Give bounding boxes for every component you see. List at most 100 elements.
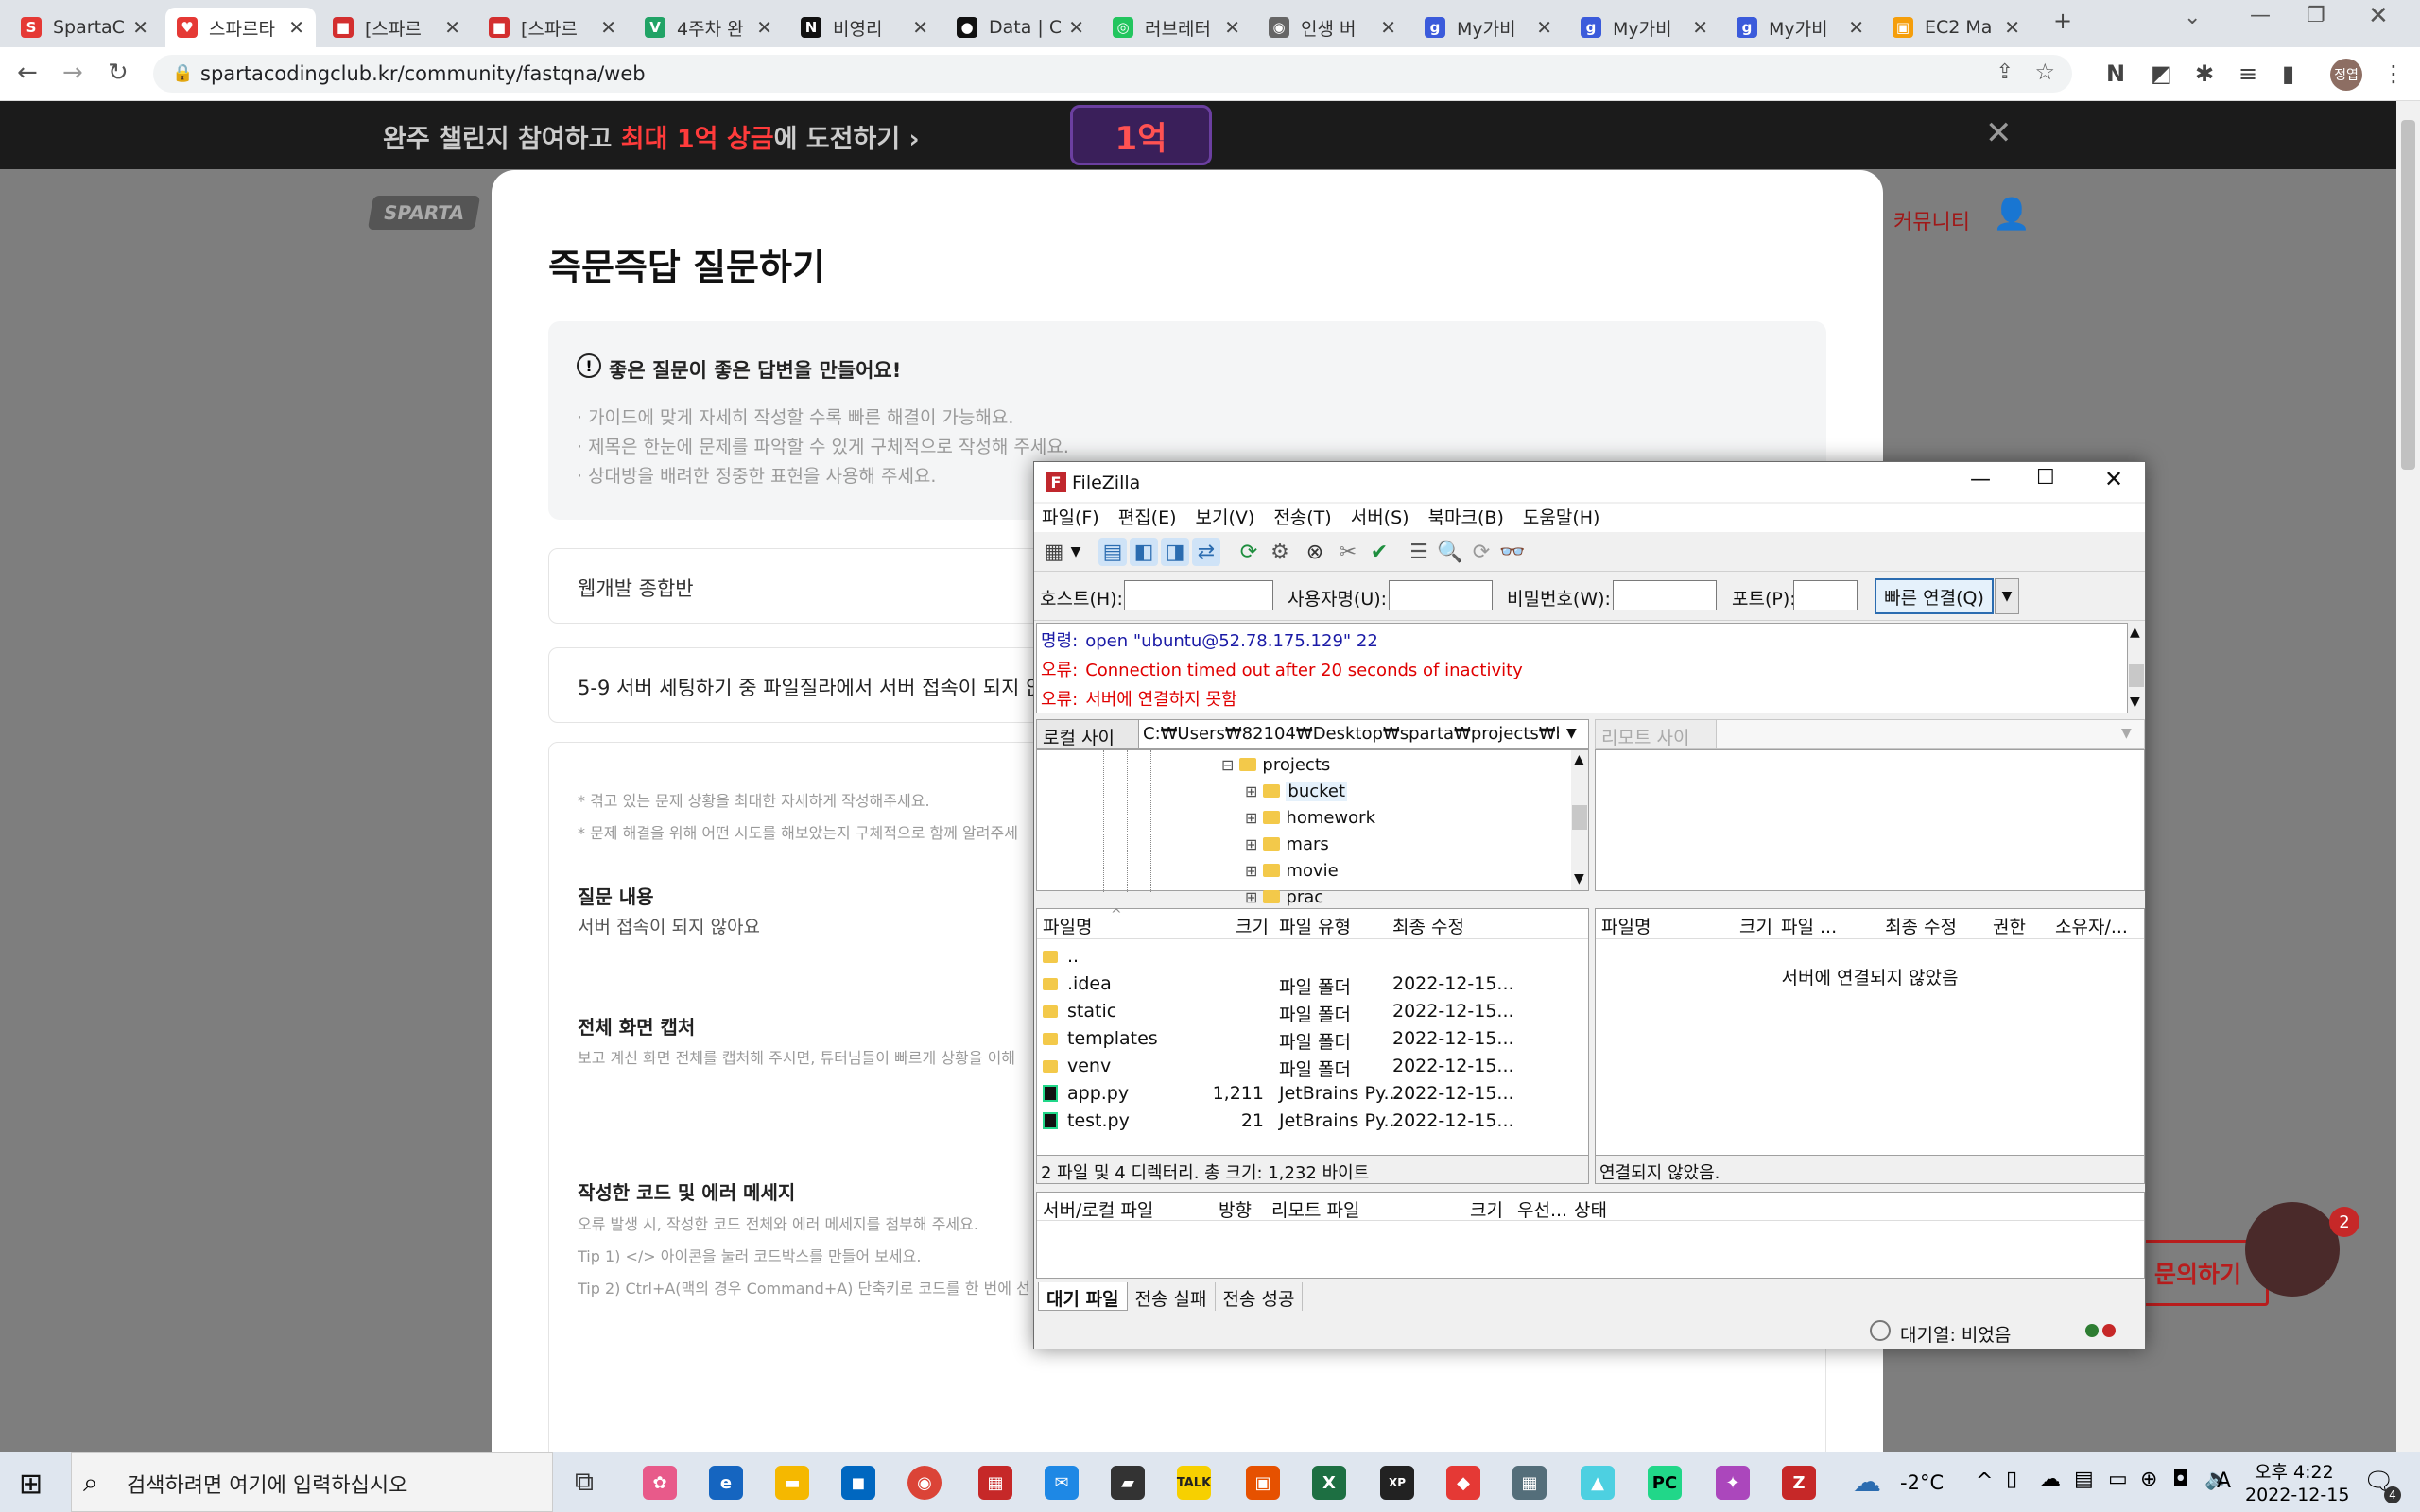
weather-icon[interactable]: ☁ <box>1853 1466 1881 1499</box>
port-input[interactable] <box>1793 580 1858 610</box>
tab-close-icon[interactable]: ✕ <box>1848 16 1864 39</box>
browser-tab[interactable]: ▣ EC2 Ma ✕ <box>1881 8 2031 47</box>
close-window-button[interactable]: ✕ <box>2368 2 2389 30</box>
tree-scroll-down-icon[interactable]: ▼ <box>1574 871 1584 886</box>
tree-scroll-up-icon[interactable]: ▲ <box>1574 752 1584 767</box>
edge-icon[interactable]: e <box>709 1466 743 1500</box>
reload-icon[interactable]: ↻ <box>108 59 129 87</box>
log-scroll-thumb[interactable] <box>2129 664 2144 687</box>
expand-icon[interactable]: ⊞ <box>1245 862 1257 880</box>
tab-successful-transfers[interactable]: 전송 성공 <box>1216 1282 1304 1311</box>
onedrive-icon[interactable]: ☁ <box>2040 1468 2061 1491</box>
directory-filter-icon[interactable]: ☰ <box>1405 538 1433 566</box>
expand-icon[interactable]: ⊞ <box>1245 809 1257 827</box>
tree-item[interactable]: ⊞ mars <box>1245 832 1329 856</box>
menu-transfer[interactable]: 전송(T) <box>1273 504 1331 529</box>
tree-scrollbar[interactable]: ▲ ▼ <box>1571 750 1588 890</box>
excel-icon[interactable]: X <box>1312 1466 1346 1500</box>
site-manager-icon[interactable]: ▦ <box>1040 538 1068 566</box>
extension-icon[interactable]: ◩ <box>2151 60 2172 87</box>
quickconnect-button[interactable]: 빠른 연결(Q) <box>1875 578 1994 614</box>
new-tab-button[interactable]: + <box>2053 8 2072 34</box>
tab-search-icon[interactable]: ⌄ <box>2184 6 2201 29</box>
app-pinned-icon[interactable]: ✿ <box>643 1466 677 1500</box>
tree-item[interactable]: ⊞ movie <box>1245 858 1339 883</box>
app-hub-icon[interactable]: XP <box>1380 1466 1414 1500</box>
forward-icon[interactable]: → <box>62 59 83 87</box>
queue-col-remote[interactable]: 리모트 파일 <box>1271 1196 1359 1222</box>
log-scrollbar[interactable]: ▲ ▼ <box>2128 623 2145 713</box>
store-icon[interactable]: ◼ <box>841 1466 875 1500</box>
expand-icon[interactable]: ⊞ <box>1245 782 1257 800</box>
tab-close-icon[interactable]: ✕ <box>756 16 772 39</box>
windows-start-icon[interactable]: ⊞ <box>19 1468 43 1501</box>
tree-item[interactable]: ⊟ projects <box>1221 752 1330 777</box>
tab-close-icon[interactable]: ✕ <box>912 16 928 39</box>
local-site-dropdown-icon[interactable]: ▼ <box>1566 726 1577 741</box>
sticky-notes-icon[interactable]: ▰ <box>1111 1466 1145 1500</box>
tab-close-icon[interactable]: ✕ <box>288 16 304 39</box>
file-row[interactable]: .idea 파일 폴더 2022-12-15... <box>1037 971 1588 998</box>
restore-window-button[interactable]: ❐ <box>2307 4 2325 27</box>
clock-date[interactable]: 2022-12-15 <box>2245 1485 2349 1505</box>
site-manager-dropdown-icon[interactable]: ▼ <box>1068 538 1083 566</box>
app-purple-icon[interactable]: ✦ <box>1716 1466 1750 1500</box>
tree-item[interactable]: ⊞ bucket <box>1245 779 1348 803</box>
search-files-icon[interactable]: 🔍 <box>1436 538 1464 566</box>
file-row[interactable]: test.py 21 JetBrains Py... 2022-12-15... <box>1037 1108 1588 1135</box>
browser-tab[interactable]: ■ [스파르 ✕ <box>477 8 628 47</box>
remote-col-size[interactable]: 크기 <box>1739 913 1772 938</box>
local-site-path[interactable]: C:₩Users₩82104₩Desktop₩sparta₩projects₩b… <box>1143 724 1559 744</box>
share-icon[interactable]: ⇪ <box>1996 60 2014 84</box>
tree-item[interactable]: ⊞ homework <box>1245 805 1375 830</box>
queue-col-direction[interactable]: 방향 <box>1219 1196 1252 1222</box>
sync-browsing-icon[interactable]: ⟳ <box>1467 538 1495 566</box>
browser-tab[interactable]: V 4주차 완 ✕ <box>633 8 784 47</box>
tab-close-icon[interactable]: ✕ <box>1224 16 1240 39</box>
tray-app-icon[interactable]: ▤ <box>2074 1468 2094 1491</box>
network-icon[interactable]: ⊕ <box>2140 1468 2157 1491</box>
queue-col-status[interactable]: 상태 <box>1574 1196 1607 1222</box>
user-icon[interactable]: 👤 <box>1993 196 2031 232</box>
tab-failed-transfers[interactable]: 전송 실패 <box>1128 1282 1216 1311</box>
menu-help[interactable]: 도움말(H) <box>1523 504 1600 529</box>
toggle-remote-tree-icon[interactable]: ◨ <box>1161 538 1189 566</box>
process-queue-icon[interactable]: ⚙ <box>1266 538 1294 566</box>
menu-view[interactable]: 보기(V) <box>1196 504 1255 529</box>
browser-tab[interactable]: g My가비 ✕ <box>1413 8 1564 47</box>
battery-icon[interactable]: ▭ <box>2108 1468 2128 1491</box>
tab-close-icon[interactable]: ✕ <box>2004 16 2020 39</box>
col-filename[interactable]: 파일명 <box>1043 913 1092 938</box>
mail-icon[interactable]: ✉ <box>1045 1466 1079 1500</box>
file-row[interactable]: .. <box>1037 943 1588 971</box>
disconnect-icon[interactable]: ✂ <box>1334 538 1362 566</box>
col-modified[interactable]: 최종 수정 <box>1392 913 1464 938</box>
menu-server[interactable]: 서버(S) <box>1351 504 1409 529</box>
task-view-icon[interactable]: ⧉ <box>575 1466 594 1498</box>
expand-icon[interactable]: ⊞ <box>1245 888 1257 906</box>
calculator-icon[interactable]: ▦ <box>1512 1466 1547 1500</box>
tab-close-icon[interactable]: ✕ <box>1536 16 1552 39</box>
user-input[interactable] <box>1389 580 1493 610</box>
app-sparta-icon[interactable]: ◆ <box>1446 1466 1480 1500</box>
sparta-logo[interactable]: SPARTA <box>367 196 480 230</box>
browser-tab[interactable]: g My가비 ✕ <box>1569 8 1720 47</box>
bookmark-star-icon[interactable]: ☆ <box>2034 59 2055 85</box>
back-icon[interactable]: ← <box>17 59 38 87</box>
remote-col-type[interactable]: 파일 ... <box>1781 913 1837 938</box>
nav-community-link[interactable]: 커뮤니티 <box>1893 205 1970 235</box>
fz-maximize-button[interactable]: ☐ <box>2036 466 2055 490</box>
tab-close-icon[interactable]: ✕ <box>132 16 148 39</box>
password-input[interactable] <box>1613 580 1717 610</box>
scrollbar-thumb[interactable] <box>2401 120 2415 470</box>
clock-time[interactable]: 오후 4:22 <box>2255 1458 2334 1484</box>
expand-icon[interactable]: ⊞ <box>1245 835 1257 853</box>
pycharm-icon[interactable]: PC <box>1648 1466 1682 1500</box>
file-row[interactable]: static 파일 폴더 2022-12-15... <box>1037 998 1588 1025</box>
tab-close-icon[interactable]: ✕ <box>600 16 616 39</box>
log-scroll-up-icon[interactable]: ▲ <box>2130 625 2140 640</box>
browser-tab[interactable]: ♥ 스파르타 ✕ <box>165 8 316 47</box>
reading-list-icon[interactable]: ≡ <box>2238 60 2257 87</box>
notion-extension-icon[interactable]: N <box>2106 60 2125 87</box>
page-scrollbar[interactable] <box>2396 101 2420 1452</box>
